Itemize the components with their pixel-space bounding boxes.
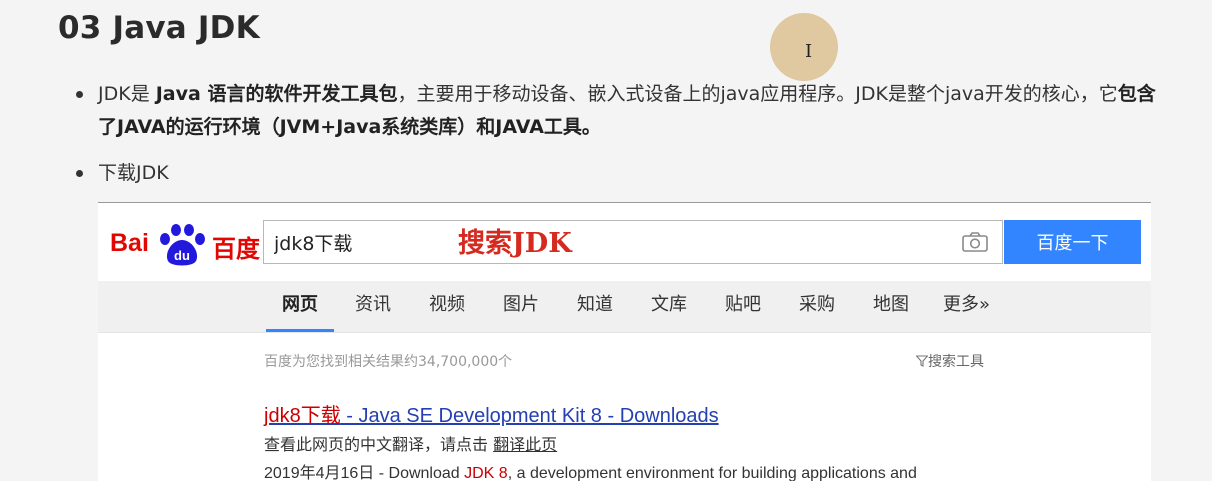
result-title-link[interactable]: jdk8下载 - Java SE Development Kit 8 - Dow… <box>264 399 719 428</box>
tab-label: 地图 <box>873 294 909 315</box>
bullet-jdk-description: JDK是 Java 语言的软件开发工具包，主要用于移动设备、嵌入式设备上的jav… <box>74 78 1164 144</box>
translate-prefix: 查看此网页的中文翻译，请点击 <box>264 435 494 454</box>
tab-label: 采购 <box>799 294 835 315</box>
bullet-download-jdk: 下载JDK <box>74 157 1164 190</box>
logo-text-baidu-cn: 百度 <box>212 235 260 263</box>
bold-segment: Java 语言的软件开发工具包 <box>155 83 398 105</box>
result-count: 百度为您找到相关结果约34,700,000个 <box>264 354 513 370</box>
snippet-date: 2019年4月16日 - Download <box>264 465 465 481</box>
translate-line: 查看此网页的中文翻译，请点击 翻译此页 <box>264 431 557 455</box>
tab-webpage[interactable]: 网页 <box>266 281 334 332</box>
active-tab-underline <box>266 329 334 332</box>
search-input[interactable] <box>264 221 954 263</box>
tab-caigou[interactable]: 采购 <box>799 281 835 332</box>
result-snippet: 2019年4月16日 - Download JDK 8, a developme… <box>264 459 917 481</box>
search-box <box>263 220 1003 264</box>
text-segment: ，主要用于移动设备、嵌入式设备上的java应用程序。JDK是整个java开发的核… <box>397 83 1118 105</box>
tab-tieba[interactable]: 贴吧 <box>725 281 761 332</box>
result-title-text: - Java SE Development Kit 8 - Downloads <box>340 405 719 427</box>
logo-text-du: du <box>174 248 190 263</box>
tab-wenku[interactable]: 文库 <box>651 281 687 332</box>
tab-zhidao[interactable]: 知道 <box>577 281 613 332</box>
camera-icon[interactable] <box>962 232 988 252</box>
bullet-list: JDK是 Java 语言的软件开发工具包，主要用于移动设备、嵌入式设备上的jav… <box>74 78 1164 190</box>
search-tools-label: 搜索工具 <box>928 354 984 370</box>
baidu-logo[interactable]: Bai du 百度 <box>110 223 260 266</box>
tab-label: 知道 <box>577 294 613 315</box>
tab-label: 资讯 <box>355 294 391 315</box>
snippet-text: , a development environment for building… <box>507 465 917 481</box>
baidu-search-screenshot: Bai du 百度 搜索JDK 百度一下 网页 资讯 视频 图片 知道 文库 贴… <box>98 202 1151 481</box>
tab-label: 更多» <box>943 294 991 315</box>
text-segment: 下载JDK <box>98 162 169 184</box>
translate-page-link[interactable]: 翻译此页 <box>493 435 557 454</box>
search-button[interactable]: 百度一下 <box>1004 220 1141 264</box>
result-title-highlight: jdk8下载 <box>264 405 341 427</box>
bullet-dot <box>76 170 83 177</box>
text-cursor-icon: I <box>805 41 813 62</box>
logo-text-bai: Bai <box>110 229 149 257</box>
tab-images[interactable]: 图片 <box>503 281 539 332</box>
search-tab-bar: 网页 资讯 视频 图片 知道 文库 贴吧 采购 地图 更多» <box>98 281 1151 333</box>
tab-map[interactable]: 地图 <box>873 281 909 332</box>
bullet-dot <box>76 91 83 98</box>
tab-label: 图片 <box>503 294 539 315</box>
tab-news[interactable]: 资讯 <box>355 281 391 332</box>
tab-label: 视频 <box>429 294 465 315</box>
text-segment: JDK是 <box>98 83 156 105</box>
cursor-highlight <box>770 13 838 81</box>
tab-video[interactable]: 视频 <box>429 281 465 332</box>
snippet-highlight: JDK 8 <box>464 465 508 481</box>
tab-label: 网页 <box>282 294 318 315</box>
page-title: 03 Java JDK <box>58 10 260 46</box>
search-tools-button[interactable]: 搜索工具 <box>915 351 984 371</box>
baidu-paw-icon: du <box>160 224 205 266</box>
tab-label: 贴吧 <box>725 294 761 315</box>
red-annotation-label: 搜索JDK <box>458 228 572 259</box>
filter-icon <box>915 355 929 367</box>
tab-more[interactable]: 更多» <box>943 281 990 332</box>
tab-label: 文库 <box>651 294 687 315</box>
